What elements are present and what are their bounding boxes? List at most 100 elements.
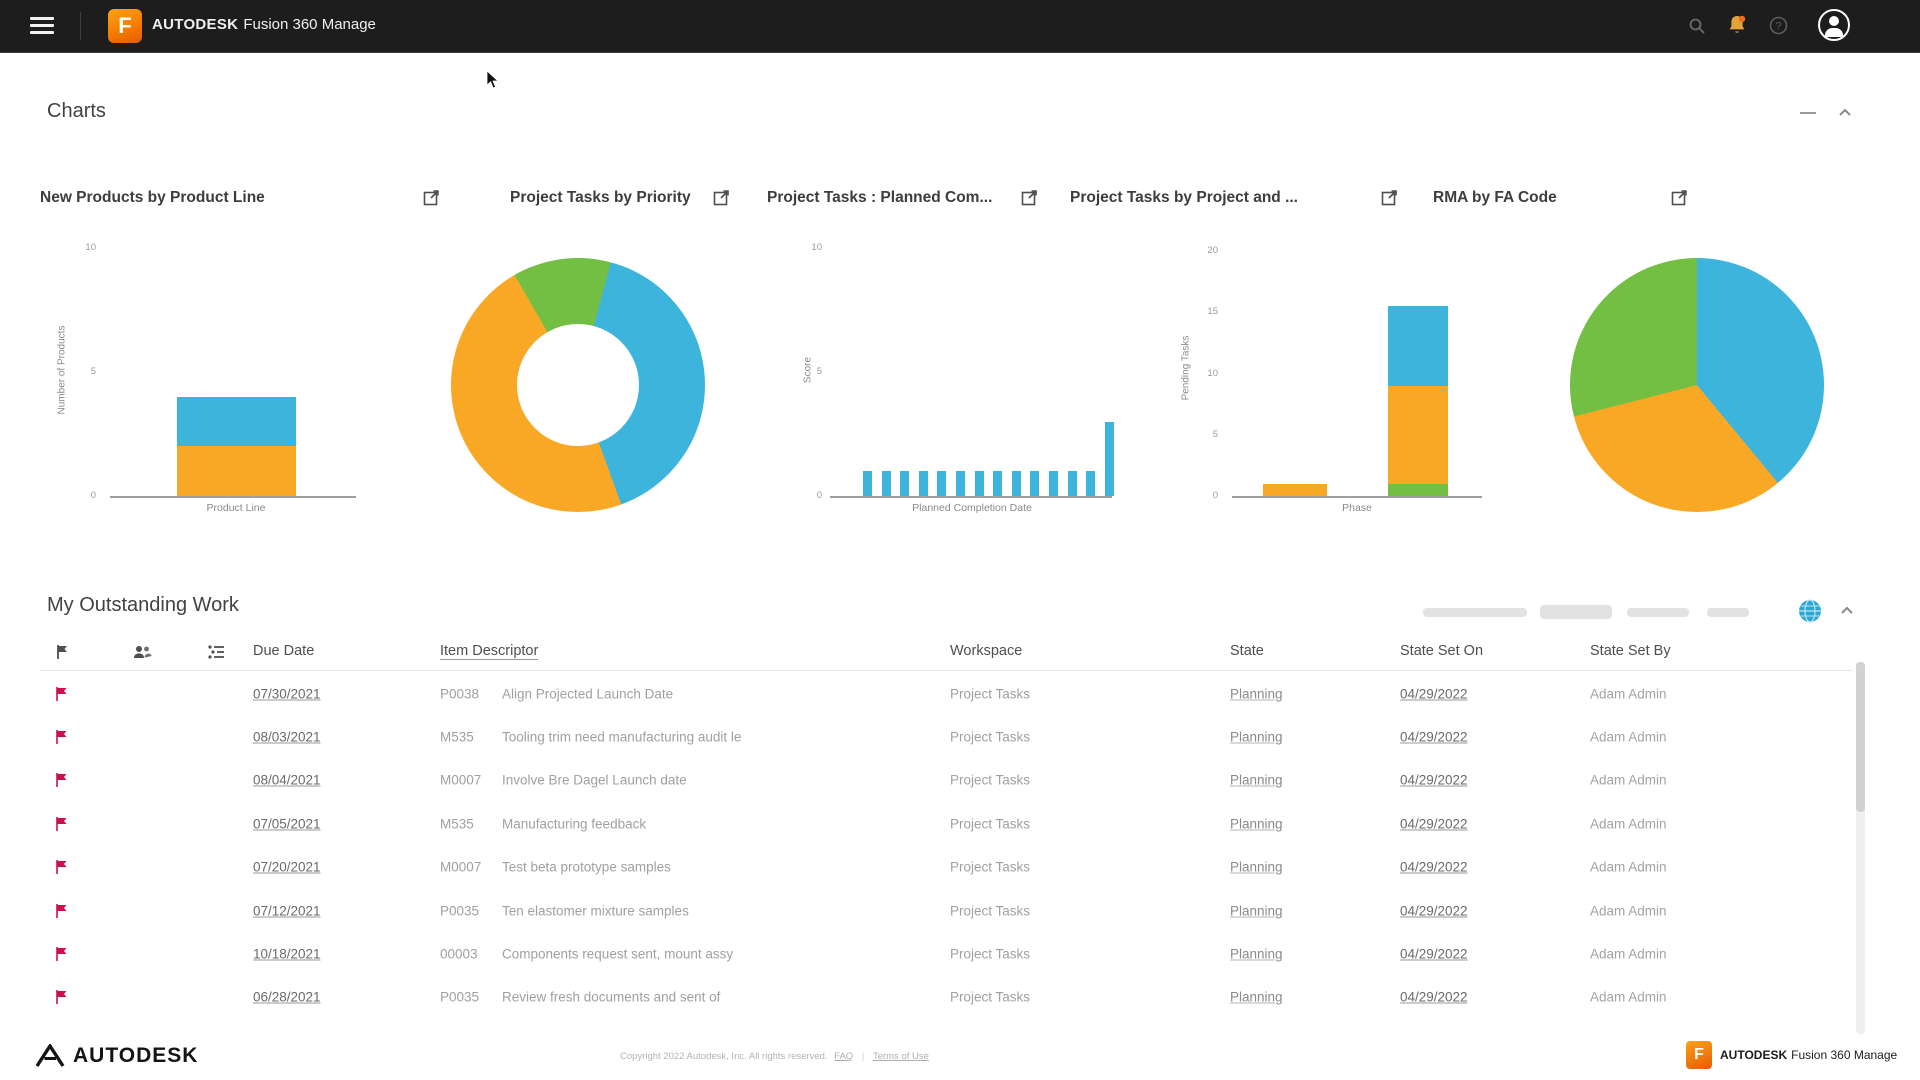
item-descriptor-code[interactable]: P0035	[440, 990, 479, 1005]
table-row: 07/12/2021 P0035 Ten elastomer mixture sam…	[40, 889, 1852, 932]
due-date-link[interactable]: 06/28/2021	[253, 990, 321, 1005]
fusion-360-badge-icon: F	[1686, 1041, 1712, 1069]
item-descriptor-code[interactable]: P0035	[440, 903, 479, 918]
state-set-on-link[interactable]: 04/29/2022	[1400, 990, 1468, 1005]
row-flag-icon[interactable]	[54, 946, 70, 962]
due-date-link[interactable]: 07/30/2021	[253, 686, 321, 701]
y-tick-label: 10	[85, 242, 96, 253]
table-scrollbar-thumb[interactable]	[1856, 662, 1865, 812]
due-date-link[interactable]: 07/20/2021	[253, 860, 321, 875]
item-descriptor-code[interactable]: M0007	[440, 773, 481, 788]
notifications-bell-icon[interactable]	[1726, 14, 1748, 41]
toolbar-placeholder[interactable]	[1423, 608, 1527, 617]
table-row: 07/30/2021 P0038 Align Projected Launch Da…	[40, 672, 1852, 715]
row-flag-icon[interactable]	[54, 859, 70, 875]
state-set-on-link[interactable]: 04/29/2022	[1400, 947, 1468, 962]
y-tick-label: 5	[1212, 428, 1218, 440]
column-header-item-descriptor[interactable]: Item Descriptor	[440, 643, 539, 660]
charts-canvas: 0 5 10 Number of Products Product Line 0 5 10 Sc…	[0, 0, 1920, 560]
due-date-link[interactable]: 08/04/2021	[253, 773, 321, 788]
row-flag-icon[interactable]	[54, 686, 70, 702]
state-link[interactable]: Planning	[1230, 990, 1283, 1005]
flag-column-icon[interactable]	[54, 643, 72, 661]
state-set-on-link[interactable]: 04/29/2022	[1400, 860, 1468, 875]
row-flag-icon[interactable]	[54, 816, 70, 832]
item-descriptor-text[interactable]: Ten elastomer mixture samples	[502, 903, 689, 918]
hierarchy-column-icon[interactable]	[206, 643, 224, 661]
item-descriptor-code[interactable]: M535	[440, 730, 474, 745]
x-axis-title: Product Line	[206, 502, 266, 514]
search-icon[interactable]	[1688, 17, 1706, 40]
table-row: 07/20/2021 M0007 Test beta prototype sampl…	[40, 846, 1852, 889]
table-row: 07/05/2021 M535 Manufacturing feedback Proj…	[40, 802, 1852, 845]
table-row: 10/18/2021 00003 Components request sent, …	[40, 932, 1852, 975]
state-set-by-cell: Adam Admin	[1590, 686, 1667, 702]
terms-of-use-link[interactable]: Terms of Use	[873, 1051, 929, 1062]
state-link[interactable]: Planning	[1230, 730, 1283, 745]
state-link[interactable]: Planning	[1230, 860, 1283, 875]
toolbar-placeholder[interactable]	[1627, 608, 1689, 617]
hamburger-menu-icon[interactable]	[30, 17, 54, 35]
state-set-on-link[interactable]: 04/29/2022	[1400, 903, 1468, 918]
due-date-link[interactable]: 08/03/2021	[253, 730, 321, 745]
help-icon[interactable]: ?	[1769, 16, 1788, 40]
faq-link[interactable]: FAQ	[834, 1051, 853, 1062]
x-axis-line	[830, 496, 1112, 498]
state-set-on-link[interactable]: 04/29/2022	[1400, 816, 1468, 831]
due-date-link[interactable]: 10/18/2021	[253, 947, 321, 962]
workspace-cell: Project Tasks	[950, 772, 1031, 788]
row-flag-icon[interactable]	[54, 989, 70, 1005]
item-descriptor-code[interactable]: M535	[440, 816, 474, 831]
state-link[interactable]: Planning	[1230, 947, 1283, 962]
state-link[interactable]: Planning	[1230, 773, 1283, 788]
fusion-360-logo[interactable]: F	[108, 9, 142, 43]
work-collapse-chevron-icon[interactable]	[1840, 604, 1854, 618]
item-descriptor-text[interactable]: Manufacturing feedback	[502, 816, 646, 831]
y-axis-title: Score	[802, 356, 814, 384]
bar	[993, 471, 1003, 496]
topbar-divider	[80, 12, 81, 40]
item-descriptor-text[interactable]: Components request sent, mount assy	[502, 947, 733, 962]
donut-hole	[517, 324, 639, 446]
column-header-state-set-on[interactable]: State Set On	[1400, 643, 1483, 659]
item-descriptor-text[interactable]: Review fresh documents and sent of	[502, 990, 720, 1005]
row-flag-icon[interactable]	[54, 729, 70, 745]
bar	[918, 471, 928, 496]
column-header-state-set-by[interactable]: State Set By	[1590, 643, 1671, 659]
item-descriptor-text[interactable]: Test beta prototype samples	[502, 860, 671, 875]
state-link[interactable]: Planning	[1230, 903, 1283, 918]
outstanding-work-title: My Outstanding Work	[47, 594, 239, 616]
state-set-on-link[interactable]: 04/29/2022	[1400, 773, 1468, 788]
state-set-on-link[interactable]: 04/29/2022	[1400, 730, 1468, 745]
y-tick-label: 0	[1212, 490, 1218, 501]
toolbar-placeholder[interactable]	[1540, 605, 1612, 619]
assignees-column-icon[interactable]	[132, 643, 152, 661]
column-header-due-date[interactable]: Due Date	[253, 643, 314, 659]
state-link[interactable]: Planning	[1230, 686, 1283, 701]
item-descriptor-text[interactable]: Align Projected Launch Date	[502, 686, 673, 701]
table-scrollbar[interactable]	[1856, 662, 1865, 1034]
item-descriptor-text[interactable]: Tooling trim need manufacturing audit le	[502, 730, 741, 745]
donut-chart	[451, 258, 705, 512]
bar	[881, 471, 891, 496]
user-avatar[interactable]	[1818, 9, 1850, 41]
state-set-by-cell: Adam Admin	[1590, 859, 1667, 875]
toolbar-placeholder[interactable]	[1707, 608, 1749, 617]
row-flag-icon[interactable]	[54, 903, 70, 919]
item-descriptor-code[interactable]: P0038	[440, 686, 479, 701]
item-descriptor-code[interactable]: 00003	[440, 947, 478, 962]
workspace-cell: Project Tasks	[950, 946, 1031, 962]
state-set-on-link[interactable]: 04/29/2022	[1400, 686, 1468, 701]
row-flag-icon[interactable]	[54, 772, 70, 788]
item-descriptor-text[interactable]: Involve Bre Dagel Launch date	[502, 773, 687, 788]
item-descriptor-code[interactable]: M0007	[440, 860, 481, 875]
globe-icon[interactable]	[1797, 598, 1823, 629]
column-header-workspace[interactable]: Workspace	[950, 643, 1022, 659]
state-link[interactable]: Planning	[1230, 816, 1283, 831]
due-date-link[interactable]: 07/05/2021	[253, 816, 321, 831]
y-tick-label: 10	[811, 242, 822, 253]
table-row: 06/28/2021 P0035 Review fresh documents an…	[40, 976, 1852, 1019]
column-header-state[interactable]: State	[1230, 643, 1264, 659]
due-date-link[interactable]: 07/12/2021	[253, 903, 321, 918]
x-axis-title: Planned Completion Date	[912, 502, 1032, 514]
